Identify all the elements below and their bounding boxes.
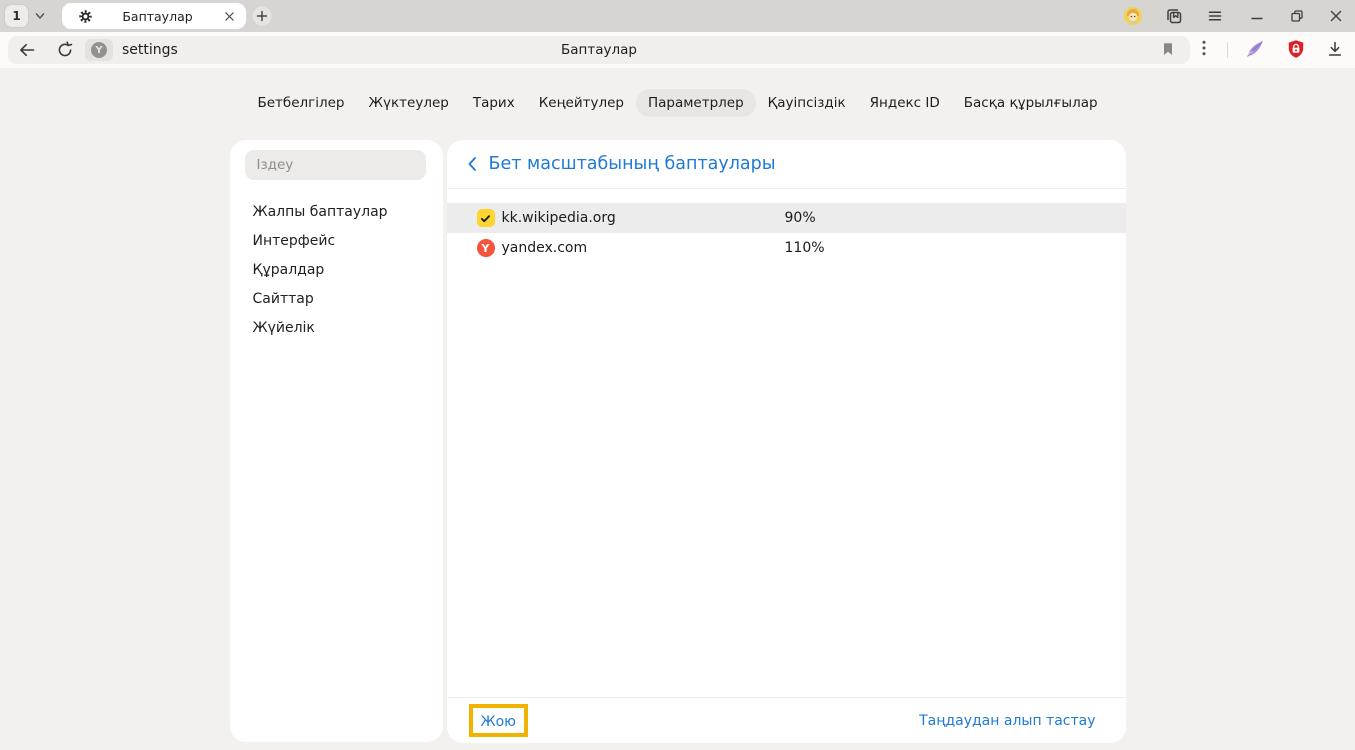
nav-tab-other-devices[interactable]: Басқа құрылғылар — [952, 89, 1110, 117]
panel-footer: Жою Таңдаудан алып тастау — [447, 697, 1126, 743]
reload-icon[interactable] — [56, 41, 74, 59]
window-close-button[interactable] — [1327, 7, 1345, 25]
nav-tab-history[interactable]: Тарих — [461, 89, 527, 117]
address-bar[interactable]: Y Баптаулар settings — [8, 36, 1190, 64]
site-identity-badge[interactable]: Y — [85, 39, 113, 61]
toolbar: Y Баптаулар settings — [0, 32, 1355, 68]
tab-groups-icon[interactable] — [1165, 7, 1183, 25]
sidebar-item-tools[interactable]: Құралдар — [253, 256, 443, 285]
back-icon[interactable] — [18, 41, 36, 59]
delete-button[interactable]: Жою — [481, 714, 516, 730]
settings-page: Бетбелгілер Жүктеулер Тарих Кеңейтулер П… — [0, 68, 1355, 750]
toolbar-divider — [1227, 42, 1228, 58]
zoom-value: 110% — [785, 240, 825, 256]
tab-bar: 1 Баптаулар — [0, 0, 1355, 32]
page-zoom-settings-panel: Бет масштабының баптаулары kk.wikipedia.… — [447, 140, 1126, 743]
menu-icon[interactable] — [1206, 7, 1224, 25]
gear-icon — [78, 9, 93, 24]
zoom-value: 90% — [785, 210, 816, 226]
nav-tab-settings[interactable]: Параметрлер — [636, 89, 756, 117]
nav-tab-extensions[interactable]: Кеңейтулер — [527, 89, 636, 117]
site-name: yandex.com — [502, 240, 785, 256]
active-tab[interactable]: Баптаулар — [62, 3, 246, 29]
panel-title[interactable]: Бет масштабының баптаулары — [489, 154, 776, 174]
table-row[interactable]: kk.wikipedia.org 90% — [447, 203, 1126, 233]
page-title: Баптаулар — [8, 36, 1190, 64]
panel-header: Бет масштабының баптаулары — [447, 140, 1126, 189]
tab-close-icon[interactable] — [222, 9, 236, 23]
settings-sidebar: Жалпы баптаулар Интерфейс Құралдар Сайтт… — [230, 140, 443, 742]
tab-title: Баптаулар — [93, 9, 222, 24]
settings-nav-tabs: Бетбелгілер Жүктеулер Тарих Кеңейтулер П… — [0, 89, 1355, 117]
site-name: kk.wikipedia.org — [502, 210, 785, 226]
content-area: Жалпы баптаулар Интерфейс Құралдар Сайтт… — [230, 140, 1126, 743]
chevron-down-icon — [34, 10, 46, 22]
tab-counter-button[interactable]: 1 — [5, 5, 28, 27]
browser-window: 1 Баптаулар — [0, 0, 1355, 750]
protect-shield-icon[interactable] — [1286, 39, 1306, 61]
url-text[interactable]: settings — [122, 36, 178, 64]
nav-tab-bookmarks[interactable]: Бетбелгілер — [245, 89, 356, 117]
nav-tab-yandex-id[interactable]: Яндекс ID — [858, 89, 952, 117]
deselect-link[interactable]: Таңдаудан алып тастау — [919, 713, 1095, 729]
nav-tab-downloads[interactable]: Жүктеулер — [356, 89, 460, 117]
sidebar-list: Жалпы баптаулар Интерфейс Құралдар Сайтт… — [230, 198, 443, 343]
yandex-favicon-icon: Y — [477, 239, 495, 257]
profile-avatar[interactable] — [1124, 7, 1142, 25]
back-chevron-icon[interactable] — [467, 156, 477, 172]
table-row[interactable]: Y yandex.com 110% — [447, 233, 1126, 263]
sidebar-item-sites[interactable]: Сайттар — [253, 285, 443, 314]
sidebar-item-interface[interactable]: Интерфейс — [253, 227, 443, 256]
bookmark-icon[interactable] — [1160, 41, 1178, 59]
sidebar-item-system[interactable]: Жүйелік — [253, 314, 443, 343]
window-minimize-button[interactable] — [1248, 7, 1266, 25]
yandex-site-icon: Y — [91, 42, 107, 58]
sidebar-item-general[interactable]: Жалпы баптаулар — [253, 198, 443, 227]
download-icon[interactable] — [1326, 40, 1344, 60]
new-tab-button[interactable] — [252, 6, 272, 26]
feather-extension-icon[interactable] — [1245, 39, 1265, 61]
nav-tab-security[interactable]: Қауіпсіздік — [756, 89, 858, 117]
search-input[interactable] — [245, 150, 426, 180]
more-options-icon[interactable] — [1202, 40, 1218, 60]
zoom-site-list: kk.wikipedia.org 90% Y yandex.com 110% — [447, 203, 1126, 263]
delete-button-highlight: Жою — [469, 704, 528, 737]
tab-list-chevron-button[interactable] — [32, 10, 48, 22]
panel-spacer — [447, 263, 1126, 697]
checkbox-checked-icon[interactable] — [477, 209, 495, 227]
window-restore-button[interactable] — [1288, 7, 1306, 25]
